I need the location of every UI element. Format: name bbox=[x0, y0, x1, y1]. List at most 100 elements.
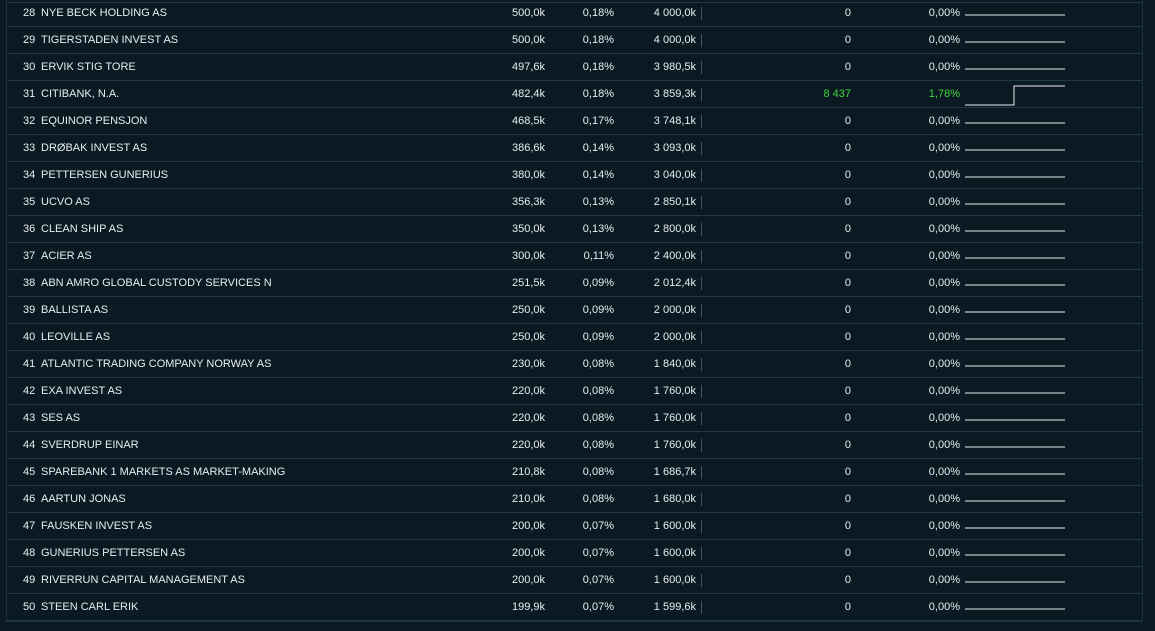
trend-sparkline bbox=[965, 122, 1065, 124]
shares-cell: 210,0k bbox=[511, 493, 545, 505]
ownership-percent-cell: 0,13% bbox=[582, 223, 614, 235]
change-percent-cell: 0,00% bbox=[928, 331, 960, 343]
holder-name-cell: ERVIK STIG TORE bbox=[41, 61, 136, 73]
change-percent-cell: 0,00% bbox=[928, 61, 960, 73]
table-row[interactable]: 28 NYE BECK HOLDING AS 500,0k 0,18% 4 000,0k… bbox=[7, 0, 1142, 27]
value-cell: 2 012,4k bbox=[653, 277, 696, 289]
table-row[interactable]: 45 SPAREBANK 1 MARKETS AS MARKET-MAKING 21… bbox=[7, 459, 1142, 486]
table-row[interactable]: 40 LEOVILLE AS 250,0k 0,09% 2 000,0k 0 0,00% bbox=[7, 324, 1142, 351]
rank-cell: 30 bbox=[23, 61, 36, 73]
trend-sparkline bbox=[965, 473, 1065, 475]
change-cell: 0 bbox=[844, 385, 851, 397]
ownership-percent-cell: 0,09% bbox=[582, 277, 614, 289]
holder-name-cell: TIGERSTADEN INVEST AS bbox=[41, 34, 179, 46]
holder-name-cell: PETTERSEN GUNERIUS bbox=[41, 169, 169, 181]
change-cell: 0 bbox=[844, 601, 851, 613]
value-cell: 2 400,0k bbox=[653, 250, 696, 262]
table-row[interactable]: 42 EXA INVEST AS 220,0k 0,08% 1 760,0k 0 0,00% bbox=[7, 378, 1142, 405]
scrollbar[interactable] bbox=[1149, 0, 1155, 631]
column-divider bbox=[701, 358, 702, 371]
table-row[interactable]: 37 ACIER AS 300,0k 0,11% 2 400,0k 0 0,00% bbox=[7, 243, 1142, 270]
trend-sparkline bbox=[965, 85, 1065, 106]
value-cell: 1 600,0k bbox=[653, 574, 696, 586]
table-row[interactable]: 43 SES AS 220,0k 0,08% 1 760,0k 0 0,00% bbox=[7, 405, 1142, 432]
change-cell: 0 bbox=[844, 412, 851, 424]
table-row[interactable]: 49 RIVERRUN CAPITAL MANAGEMENT AS 200,0k 0,… bbox=[7, 567, 1142, 594]
column-divider bbox=[701, 61, 702, 74]
rank-cell: 31 bbox=[23, 88, 36, 100]
change-percent-cell: 0,00% bbox=[928, 412, 960, 424]
column-divider bbox=[701, 466, 702, 479]
ownership-percent-cell: 0,11% bbox=[583, 250, 614, 262]
ownership-percent-cell: 0,07% bbox=[582, 547, 614, 559]
trend-sparkline bbox=[965, 41, 1065, 43]
table-row[interactable]: 41 ATLANTIC TRADING COMPANY NORWAY AS 230,… bbox=[7, 351, 1142, 378]
table-row[interactable]: 48 GUNERIUS PETTERSEN AS 200,0k 0,07% 1 600,… bbox=[7, 540, 1142, 567]
rank-cell: 44 bbox=[23, 439, 36, 451]
column-divider bbox=[701, 412, 702, 425]
change-percent-cell: 1,78% bbox=[928, 88, 960, 100]
value-cell: 1 600,0k bbox=[653, 520, 696, 532]
table-row[interactable]: 47 FAUSKEN INVEST AS 200,0k 0,07% 1 600,0k 0 0… bbox=[7, 513, 1142, 540]
rank-cell: 49 bbox=[23, 574, 36, 586]
value-cell: 4 000,0k bbox=[653, 34, 696, 46]
table-row[interactable]: 50 STEEN CARL ERIK 199,9k 0,07% 1 599,6k 0 0,0… bbox=[7, 594, 1142, 621]
table-row[interactable]: 29 TIGERSTADEN INVEST AS 500,0k 0,18% 4 000,… bbox=[7, 27, 1142, 54]
holder-name-cell: EXA INVEST AS bbox=[41, 385, 123, 397]
table-row[interactable]: 33 DRØBAK INVEST AS 386,6k 0,14% 3 093,0k 0 0,… bbox=[7, 135, 1142, 162]
ownership-percent-cell: 0,17% bbox=[582, 115, 614, 127]
column-divider bbox=[701, 601, 702, 614]
holder-name-cell: AARTUN JONAS bbox=[41, 493, 126, 505]
sparkline-path bbox=[965, 85, 1065, 106]
trend-sparkline bbox=[965, 257, 1065, 259]
trend-sparkline bbox=[965, 527, 1065, 529]
value-cell: 3 859,3k bbox=[653, 88, 696, 100]
table-row[interactable]: 31 CITIBANK, N.A. 482,4k 0,18% 3 859,3k 8 437… bbox=[7, 81, 1142, 108]
value-cell: 1 686,7k bbox=[653, 466, 696, 478]
holder-name-cell: GUNERIUS PETTERSEN AS bbox=[41, 547, 186, 559]
rank-cell: 46 bbox=[23, 493, 36, 505]
change-percent-cell: 0,00% bbox=[928, 196, 960, 208]
change-percent-cell: 0,00% bbox=[928, 115, 960, 127]
change-cell: 0 bbox=[844, 520, 851, 532]
change-cell: 0 bbox=[844, 439, 851, 451]
column-divider bbox=[701, 520, 702, 533]
holder-name-cell: CITIBANK, N.A. bbox=[41, 88, 120, 100]
ownership-percent-cell: 0,07% bbox=[582, 520, 614, 532]
value-cell: 1 840,0k bbox=[653, 358, 696, 370]
ownership-percent-cell: 0,07% bbox=[582, 601, 614, 613]
column-divider bbox=[701, 196, 702, 209]
table-row[interactable]: 30 ERVIK STIG TORE 497,6k 0,18% 3 980,5k 0 0,0… bbox=[7, 54, 1142, 81]
rank-cell: 33 bbox=[23, 142, 36, 154]
trend-sparkline bbox=[965, 581, 1065, 583]
trend-sparkline bbox=[965, 149, 1065, 151]
table-row[interactable]: 38 ABN AMRO GLOBAL CUSTODY SERVICES N 251,… bbox=[7, 270, 1142, 297]
table-row[interactable]: 36 CLEAN SHIP AS 350,0k 0,13% 2 800,0k 0 0,00% bbox=[7, 216, 1142, 243]
change-percent-cell: 0,00% bbox=[928, 169, 960, 181]
trend-sparkline bbox=[965, 203, 1065, 205]
rank-cell: 39 bbox=[23, 304, 36, 316]
change-cell: 0 bbox=[844, 466, 851, 478]
change-percent-cell: 0,00% bbox=[928, 601, 960, 613]
holder-name-cell: FAUSKEN INVEST AS bbox=[41, 520, 153, 532]
shares-cell: 500,0k bbox=[511, 34, 545, 46]
change-percent-cell: 0,00% bbox=[928, 277, 960, 289]
table-row[interactable]: 34 PETTERSEN GUNERIUS 380,0k 0,14% 3 040,0k 0… bbox=[7, 162, 1142, 189]
rank-cell: 50 bbox=[23, 601, 36, 613]
change-percent-cell: 0,00% bbox=[928, 547, 960, 559]
table-row[interactable]: 46 AARTUN JONAS 210,0k 0,08% 1 680,0k 0 0,00% bbox=[7, 486, 1142, 513]
change-cell: 0 bbox=[844, 304, 851, 316]
rank-cell: 34 bbox=[23, 169, 36, 181]
value-cell: 1 760,0k bbox=[653, 412, 696, 424]
table-row[interactable]: 32 EQUINOR PENSJON 468,5k 0,17% 3 748,1k 0 0,0… bbox=[7, 108, 1142, 135]
table-row[interactable]: 39 BALLISTA AS 250,0k 0,09% 2 000,0k 0 0,00% bbox=[7, 297, 1142, 324]
table-row[interactable]: 44 SVERDRUP EINAR 220,0k 0,08% 1 760,0k 0 0,00… bbox=[7, 432, 1142, 459]
table-row[interactable]: 35 UCVO AS 356,3k 0,13% 2 850,1k 0 0,00% bbox=[7, 189, 1142, 216]
rank-cell: 42 bbox=[23, 385, 36, 397]
holder-name-cell: ATLANTIC TRADING COMPANY NORWAY AS bbox=[41, 358, 272, 370]
rank-cell: 48 bbox=[23, 547, 36, 559]
change-cell: 0 bbox=[844, 250, 851, 262]
holder-name-cell: LEOVILLE AS bbox=[41, 331, 111, 343]
value-cell: 1 599,6k bbox=[653, 601, 696, 613]
shares-cell: 251,5k bbox=[511, 277, 545, 289]
